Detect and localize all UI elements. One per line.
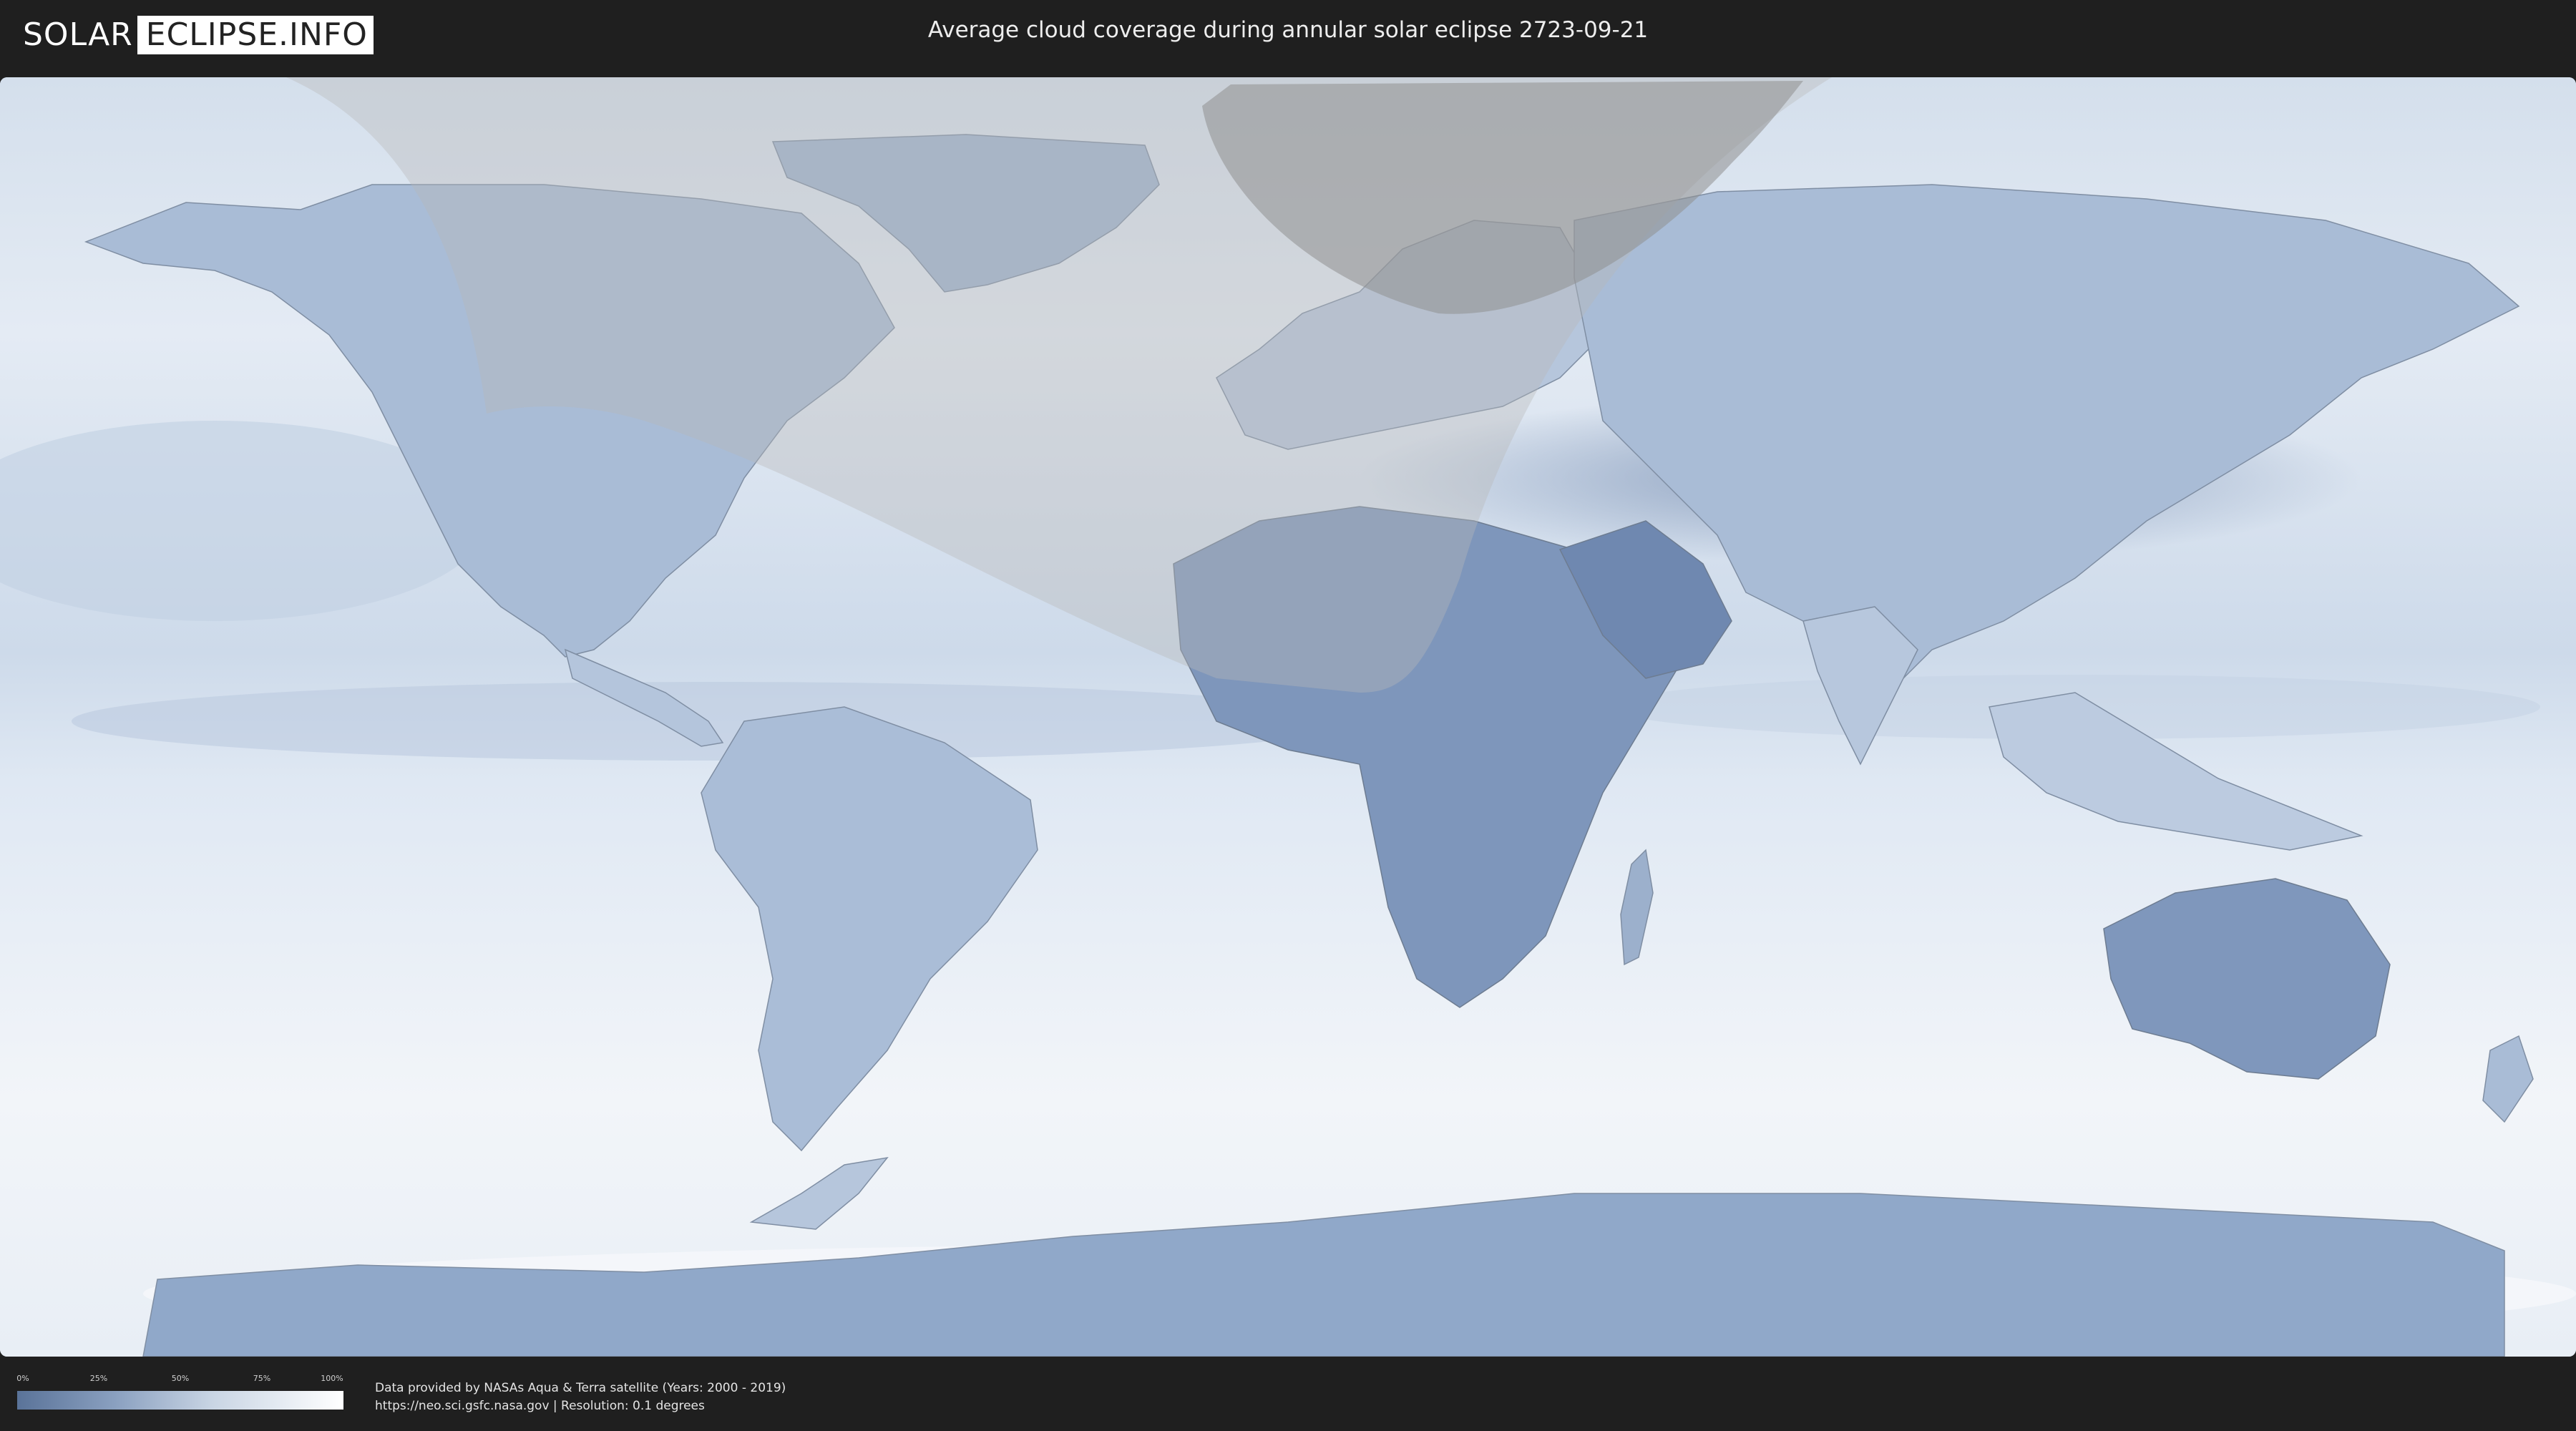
footer-bar: 0% 25% 50% 75% 100% Data provided by NAS… bbox=[0, 1357, 2576, 1431]
header-bar: SOLAR ECLIPSE.INFO Average cloud coverag… bbox=[0, 0, 2576, 72]
data-credits: Data provided by NASAs Aqua & Terra sate… bbox=[375, 1379, 786, 1415]
legend-color-scale bbox=[17, 1391, 343, 1410]
world-map-canvas bbox=[0, 77, 2576, 1357]
legend-tick-0: 0% bbox=[16, 1374, 29, 1383]
legend-tick-50: 50% bbox=[171, 1374, 190, 1383]
legend-tick-75: 75% bbox=[253, 1374, 271, 1383]
credit-line-url[interactable]: https://neo.sci.gsfc.nasa.gov | Resoluti… bbox=[375, 1397, 786, 1415]
legend-tick-100: 100% bbox=[321, 1374, 343, 1383]
cloud-coverage-map[interactable] bbox=[0, 77, 2576, 1357]
cloud-coverage-legend: 0% 25% 50% 75% 100% bbox=[16, 1374, 343, 1411]
credit-line-source: Data provided by NASAs Aqua & Terra sate… bbox=[375, 1381, 786, 1395]
tropical-band bbox=[72, 682, 1360, 761]
legend-tick-25: 25% bbox=[89, 1374, 108, 1383]
page-title: Average cloud coverage during annular so… bbox=[927, 17, 1649, 43]
